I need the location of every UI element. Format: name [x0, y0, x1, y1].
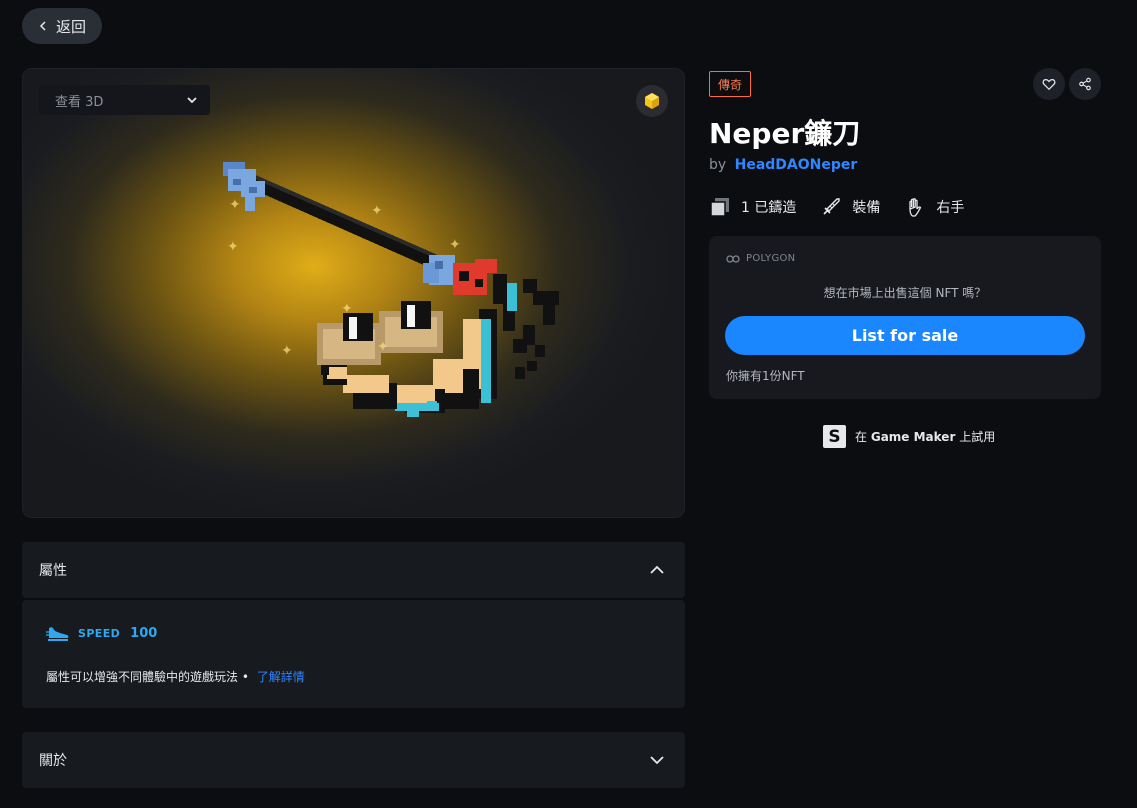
- minted-count: 1 已鑄造: [709, 196, 796, 218]
- view-3d-label: 查看 3D: [55, 94, 104, 110]
- rarity-badge: 傳奇: [709, 71, 751, 97]
- hand-slot: 右手: [904, 196, 964, 218]
- hand-icon: [909, 198, 922, 217]
- item-title: Neper鐮刀: [709, 117, 861, 150]
- type-label: 裝備: [852, 200, 881, 216]
- item-meta: 1 已鑄造 裝備 右手: [709, 196, 988, 218]
- owned-count: 你擁有1份NFT: [726, 369, 805, 383]
- learn-more-link[interactable]: 了解詳情: [257, 670, 305, 684]
- sword-icon: [823, 198, 841, 215]
- chain-label: POLYGON: [746, 253, 796, 264]
- chain-row: POLYGON: [726, 253, 795, 264]
- favorite-button[interactable]: [1033, 68, 1065, 100]
- stat-name: SPEED: [78, 626, 121, 640]
- sparkle-icon: ✦: [227, 239, 239, 255]
- attributes-title: 屬性: [39, 563, 67, 579]
- view-3d-dropdown[interactable]: 查看 3D: [39, 85, 210, 115]
- attributes-note: 屬性可以增強不同體驗中的遊戲玩法 • 了解詳情: [46, 670, 305, 684]
- chevron-left-icon: [39, 21, 46, 31]
- stat-value: 100: [130, 625, 158, 641]
- sale-card: POLYGON 想在市場上出售這個 NFT 嗎？ List for sale 你…: [709, 236, 1101, 399]
- sale-question: 想在市場上出售這個 NFT 嗎？: [823, 286, 987, 300]
- try-in-game-maker-link[interactable]: S 在 Game Maker 上試用: [823, 425, 995, 448]
- about-toggle[interactable]: 關於: [22, 732, 685, 788]
- sparkle-icon: ✦: [377, 339, 389, 355]
- about-title: 關於: [39, 753, 67, 769]
- creator-link[interactable]: HeadDAONeper: [735, 157, 858, 173]
- chevron-up-icon: [650, 565, 664, 574]
- polygon-coin-icon: [636, 85, 668, 117]
- sparkle-icon: ✦: [229, 197, 241, 213]
- speed-stat: SPEED 100: [46, 624, 157, 642]
- item-type: 裝備: [820, 196, 880, 218]
- copies-icon: [710, 198, 729, 217]
- creator-line: by HeadDAONeper: [709, 157, 857, 173]
- sparkle-icon: ✦: [449, 237, 461, 253]
- sparkle-icon: ✦: [371, 203, 383, 219]
- sparkle-icon: ✦: [281, 343, 293, 359]
- sandbox-logo-icon: S: [823, 425, 846, 448]
- share-button[interactable]: [1069, 68, 1101, 100]
- back-button[interactable]: 返回: [22, 8, 102, 44]
- back-label: 返回: [55, 17, 86, 36]
- list-for-sale-button[interactable]: List for sale: [725, 316, 1085, 355]
- share-icon: [1079, 77, 1091, 91]
- scythe-artwork: [223, 162, 559, 417]
- attributes-panel: SPEED 100 屬性可以增強不同體驗中的遊戲玩法 • 了解詳情: [22, 600, 685, 708]
- game-maker-text: 在 Game Maker 上試用: [855, 430, 996, 444]
- sparkle-icon: ✦: [341, 301, 353, 317]
- polygon-chain-icon: [726, 254, 740, 263]
- heart-icon: [1042, 79, 1056, 91]
- chevron-down-icon: [187, 97, 197, 104]
- by-prefix: by: [709, 157, 727, 173]
- speed-shoe-icon: [46, 627, 69, 641]
- chevron-down-icon: [650, 756, 664, 765]
- attributes-toggle[interactable]: 屬性: [22, 542, 685, 598]
- item-viewer[interactable]: ✦ ✦ ✦ ✦ ✦ ✦ ✦ 查看 3D: [22, 68, 685, 518]
- minted-label: 1 已鑄造: [741, 200, 797, 216]
- hand-label: 右手: [936, 200, 965, 216]
